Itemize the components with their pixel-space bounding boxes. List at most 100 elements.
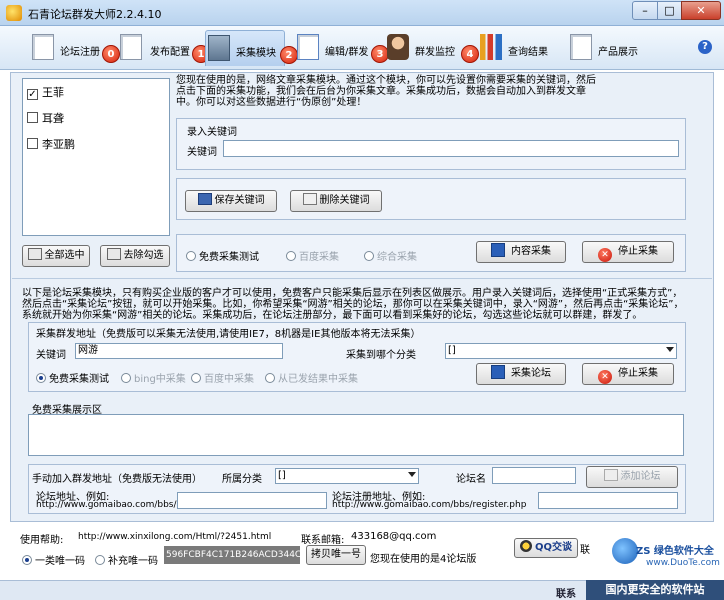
- radio-unique-code-two[interactable]: 补充唯一码: [95, 552, 158, 567]
- email-value: 433168@qq.com: [351, 531, 437, 542]
- tab-label: 编辑/群发: [325, 47, 369, 58]
- collect-icon: [491, 365, 505, 379]
- tab-product-showcase[interactable]: 产品展示: [568, 30, 648, 66]
- eraser-icon: [302, 193, 317, 205]
- list-item[interactable]: ✓ 王菲: [27, 85, 64, 101]
- help-icon[interactable]: ?: [698, 40, 712, 54]
- radio-general-collect[interactable]: 综合采集: [364, 248, 417, 263]
- person-icon: [387, 34, 409, 60]
- category-select[interactable]: []: [445, 343, 677, 359]
- qq-penguin-icon: [519, 540, 532, 552]
- radio-from-results[interactable]: 从已发结果中采集: [265, 370, 358, 385]
- tab-forum-register[interactable]: 论坛注册 0: [30, 30, 120, 66]
- divider: [12, 278, 712, 279]
- save-keyword-button[interactable]: 保存关键词: [185, 190, 277, 212]
- stop-collect-button[interactable]: ✕ 停止采集: [582, 241, 674, 263]
- watermark-url: www.DuoTe.com: [646, 558, 720, 568]
- document-icon: [32, 34, 54, 60]
- forum-url-input[interactable]: [177, 492, 327, 509]
- bar-chart-icon: [480, 34, 502, 60]
- radio-bing-collect[interactable]: bing中采集: [121, 370, 186, 385]
- watermark-banner: 国内更安全的软件站: [586, 580, 724, 600]
- version-info: 您现在使用的是4论坛版: [370, 554, 477, 565]
- stop-icon: ✕: [598, 248, 612, 262]
- tab-label: 论坛注册: [60, 47, 100, 58]
- chevron-down-icon: [666, 347, 674, 352]
- floppy-icon: [197, 193, 212, 205]
- radio-forum-free-test[interactable]: 免费采集测试: [36, 370, 109, 385]
- unique-code-field[interactable]: 596FCBF4C171B246ACD344C7C30: [164, 546, 300, 564]
- collect-intro-text: 您现在使用的是，网络文章采集模块。通过这个模块，你可以先设置你需要采集的关键词，…: [176, 75, 596, 108]
- tab-label: 群发监控: [415, 47, 455, 58]
- forum-intro-text: 以下是论坛采集模块，只有购买企业版的客户才可以使用，免费客户只能采集后显示在列表…: [22, 288, 684, 321]
- radio-free-test[interactable]: 免费采集测试: [186, 248, 259, 263]
- collect-icon: [491, 243, 505, 257]
- watermark-title: ZS 绿色软件大全: [636, 546, 714, 557]
- radio-unique-code-one[interactable]: 一类唯一码: [22, 552, 85, 567]
- display-area[interactable]: [28, 414, 684, 456]
- add-forum-button[interactable]: 添加论坛: [586, 466, 678, 488]
- product-doc-icon: [570, 34, 592, 60]
- main-toolbar: 论坛注册 0 发布配置 1 采集模块 2 编辑/群发 3 群发监控 4 查询结果…: [0, 26, 724, 70]
- help-link[interactable]: http://www.xinxilong.com/Html/?2451.html: [78, 532, 271, 542]
- tab-label: 产品展示: [598, 47, 638, 58]
- edit-document-icon: [297, 34, 319, 60]
- watermark-logo-icon: [612, 538, 638, 564]
- window-title: 石青论坛群发大师2.2.4.10: [28, 8, 162, 21]
- radio-baidu-collect[interactable]: 百度采集: [286, 248, 339, 263]
- tab-send-monitor[interactable]: 群发监控 4: [385, 30, 479, 66]
- help-label: 使用帮助:: [20, 535, 64, 546]
- site-watermark: ZS 绿色软件大全 www.DuoTe.com 国内更安全的软件站: [586, 536, 724, 600]
- collect-forum-button[interactable]: 采集论坛: [476, 363, 566, 385]
- forum-name-input[interactable]: [492, 467, 576, 484]
- tab-label: 发布配置: [150, 47, 190, 58]
- checkbox[interactable]: [27, 112, 38, 123]
- radio-baidu-forum-collect[interactable]: 百度中采集: [191, 370, 254, 385]
- manual-add-label: 手动加入群发地址（免费版无法使用）: [32, 474, 202, 485]
- step-badge-4: 4: [461, 45, 479, 63]
- qq-chat-button[interactable]: QQ交谈: [514, 538, 578, 558]
- keyword-entry-label: 录入关键词: [187, 127, 237, 138]
- clear-selection-button[interactable]: 去除勾选: [100, 245, 170, 267]
- select-all-button[interactable]: 全部选中: [22, 245, 90, 267]
- forum-name-label: 论坛名: [456, 474, 486, 485]
- delete-keyword-button[interactable]: 删除关键词: [290, 190, 382, 212]
- checkbox-checked[interactable]: ✓: [27, 89, 38, 100]
- select-all-icon: [27, 248, 42, 260]
- close-button[interactable]: ✕: [681, 1, 721, 20]
- copy-unique-code-button[interactable]: 拷贝唯一号: [306, 545, 366, 565]
- tab-collect-module[interactable]: 采集模块 2: [205, 30, 298, 66]
- list-item[interactable]: 耳聋: [27, 111, 64, 127]
- register-url-input[interactable]: [538, 492, 678, 509]
- add-icon: [603, 469, 618, 481]
- stop-forum-collect-button[interactable]: ✕ 停止采集: [582, 363, 674, 385]
- content-collect-button[interactable]: 内容采集: [476, 241, 566, 263]
- chevron-down-icon: [408, 472, 416, 477]
- list-item[interactable]: 李亚鹏: [27, 137, 75, 153]
- tab-label: 采集模块: [236, 48, 276, 59]
- forum-keyword-input[interactable]: 网游: [75, 343, 283, 359]
- checkbox[interactable]: [27, 138, 38, 149]
- document-icon: [120, 34, 142, 60]
- tab-edit-send[interactable]: 编辑/群发 3: [295, 30, 389, 66]
- tab-query-results[interactable]: 查询结果: [478, 30, 558, 66]
- building-icon: [208, 35, 230, 61]
- forum-collect-label: 采集群发地址（免费版可以采集无法使用,请使用IE7，8机器是IE其他版本将无法采…: [36, 329, 421, 340]
- manual-category-select[interactable]: []: [275, 468, 419, 484]
- tab-publish-config[interactable]: 发布配置 1: [120, 30, 210, 66]
- forum-keyword-label: 关键词: [36, 350, 66, 361]
- app-logo-icon: [6, 5, 22, 21]
- keyword-field-label: 关键词: [187, 147, 217, 158]
- clear-icon: [106, 248, 121, 260]
- register-url-example: http://www.gomaibao.com/bbs/register.php: [332, 500, 527, 510]
- title-bar: 石青论坛群发大师2.2.4.10 – □ ✕: [0, 0, 724, 26]
- minimize-button[interactable]: –: [632, 1, 658, 20]
- tab-label: 查询结果: [508, 47, 548, 58]
- keyword-list[interactable]: ✓ 王菲 耳聋 李亚鹏: [22, 78, 170, 236]
- stop-icon: ✕: [598, 370, 612, 384]
- keyword-input[interactable]: [223, 140, 679, 157]
- maximize-button[interactable]: □: [657, 1, 682, 20]
- email-label: 联系邮箱:: [301, 535, 345, 546]
- step-badge-0: 0: [102, 45, 120, 63]
- forum-url-example: http://www.gomaibao.com/bbs/: [36, 500, 177, 510]
